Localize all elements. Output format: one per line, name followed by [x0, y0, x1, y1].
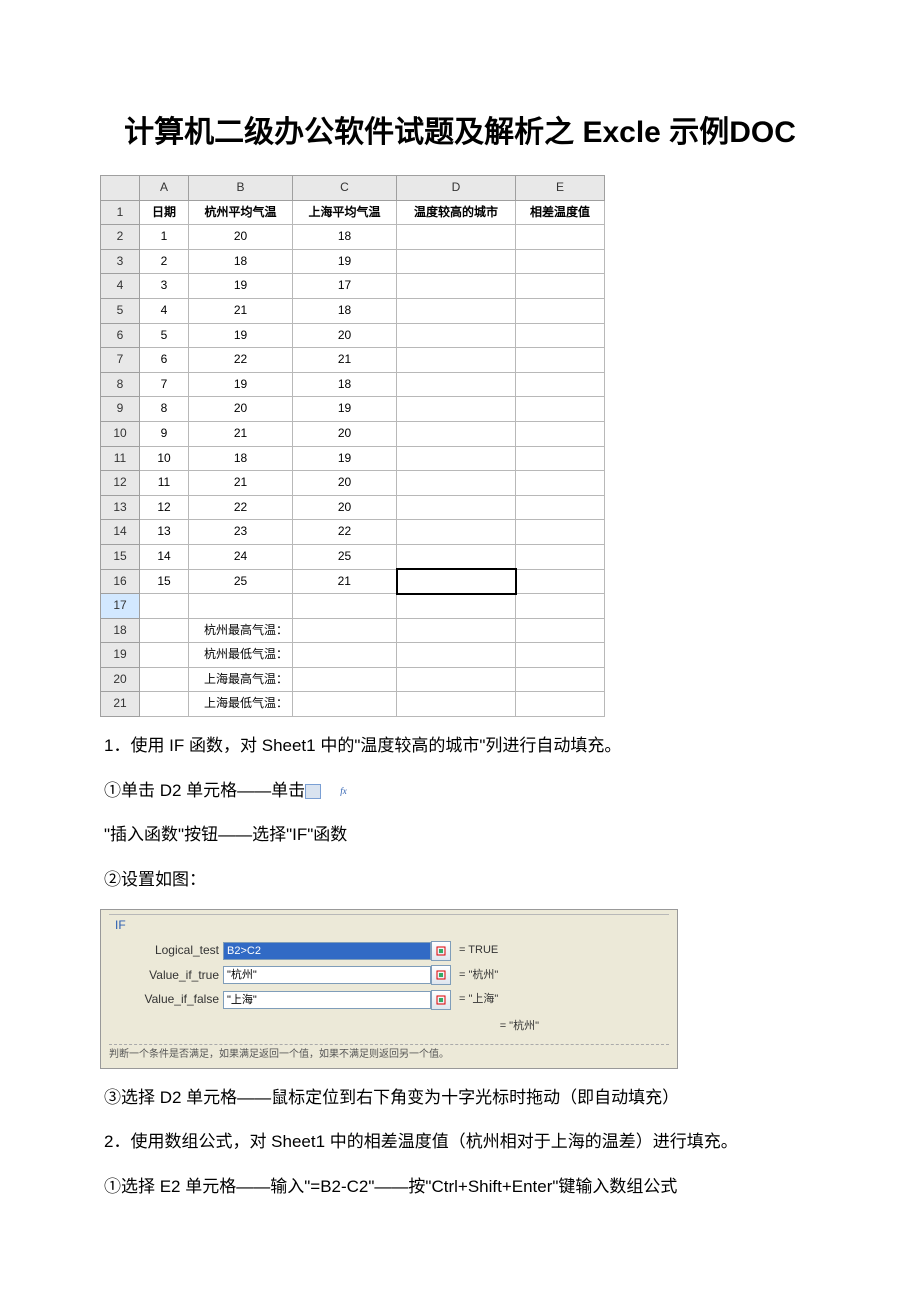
- dialog-final-result: = "杭州": [109, 1017, 669, 1037]
- col-C-header: C: [293, 176, 397, 201]
- col-A-header: A: [140, 176, 189, 201]
- value-if-false-label: Value_if_false: [109, 989, 223, 1011]
- cell-E1: 相差温度值: [516, 200, 605, 225]
- ref-button[interactable]: [431, 990, 451, 1010]
- paragraph-3: ②设置如图：: [70, 865, 850, 896]
- if-function-dialog: IF Logical_test B2>C2 = TRUE Value_if_tr…: [100, 909, 678, 1068]
- corner-cell: [101, 176, 140, 201]
- paragraph-6: ①选择 E2 单元格——输入"=B2-C2"——按"Ctrl+Shift+Ent…: [70, 1172, 850, 1203]
- fx-icon: fx: [305, 784, 321, 799]
- row-1-header: 1: [101, 200, 140, 225]
- col-D-header: D: [397, 176, 516, 201]
- logical-test-result: = TRUE: [459, 941, 498, 961]
- paragraph-5: 2．使用数组公式，对 Sheet1 中的相差温度值（杭州相对于上海的温差）进行填…: [70, 1127, 850, 1158]
- value-if-true-label: Value_if_true: [109, 965, 223, 987]
- cell-D1: 温度较高的城市: [397, 200, 516, 225]
- page-title: 计算机二级办公软件试题及解析之 Excle 示例DOC: [70, 110, 850, 155]
- dialog-description: 判断一个条件是否满足，如果满足返回一个值，如果不满足则返回另一个值。: [109, 1044, 669, 1064]
- col-B-header: B: [189, 176, 293, 201]
- cell-B1: 杭州平均气温: [189, 200, 293, 225]
- logical-test-input[interactable]: B2>C2: [223, 942, 431, 960]
- cell-A1: 日期: [140, 200, 189, 225]
- cell-C1: 上海平均气温: [293, 200, 397, 225]
- dialog-function-name: IF: [115, 915, 669, 937]
- col-E-header: E: [516, 176, 605, 201]
- paragraph-4: ③选择 D2 单元格——鼠标定位到右下角变为十字光标时拖动（即自动填充）: [70, 1083, 850, 1114]
- excel-spreadsheet: A B C D E 1 日期 杭州平均气温 上海平均气温 温度较高的城市 相差温…: [100, 175, 605, 717]
- value-if-true-input[interactable]: "杭州": [223, 966, 431, 984]
- paragraph-2b: "插入函数"按钮——选择"IF"函数: [70, 820, 850, 851]
- ref-button[interactable]: [431, 965, 451, 985]
- paragraph-2: ①单击 D2 单元格——单击fx: [70, 776, 850, 807]
- logical-test-label: Logical_test: [109, 940, 223, 962]
- value-if-false-input[interactable]: "上海": [223, 991, 431, 1009]
- paragraph-1: 1．使用 IF 函数，对 Sheet1 中的"温度较高的城市"列进行自动填充。: [70, 731, 850, 762]
- selected-cell-D17: [397, 569, 516, 594]
- value-if-false-result: = "上海": [459, 990, 498, 1010]
- ref-button[interactable]: [431, 941, 451, 961]
- value-if-true-result: = "杭州": [459, 966, 498, 986]
